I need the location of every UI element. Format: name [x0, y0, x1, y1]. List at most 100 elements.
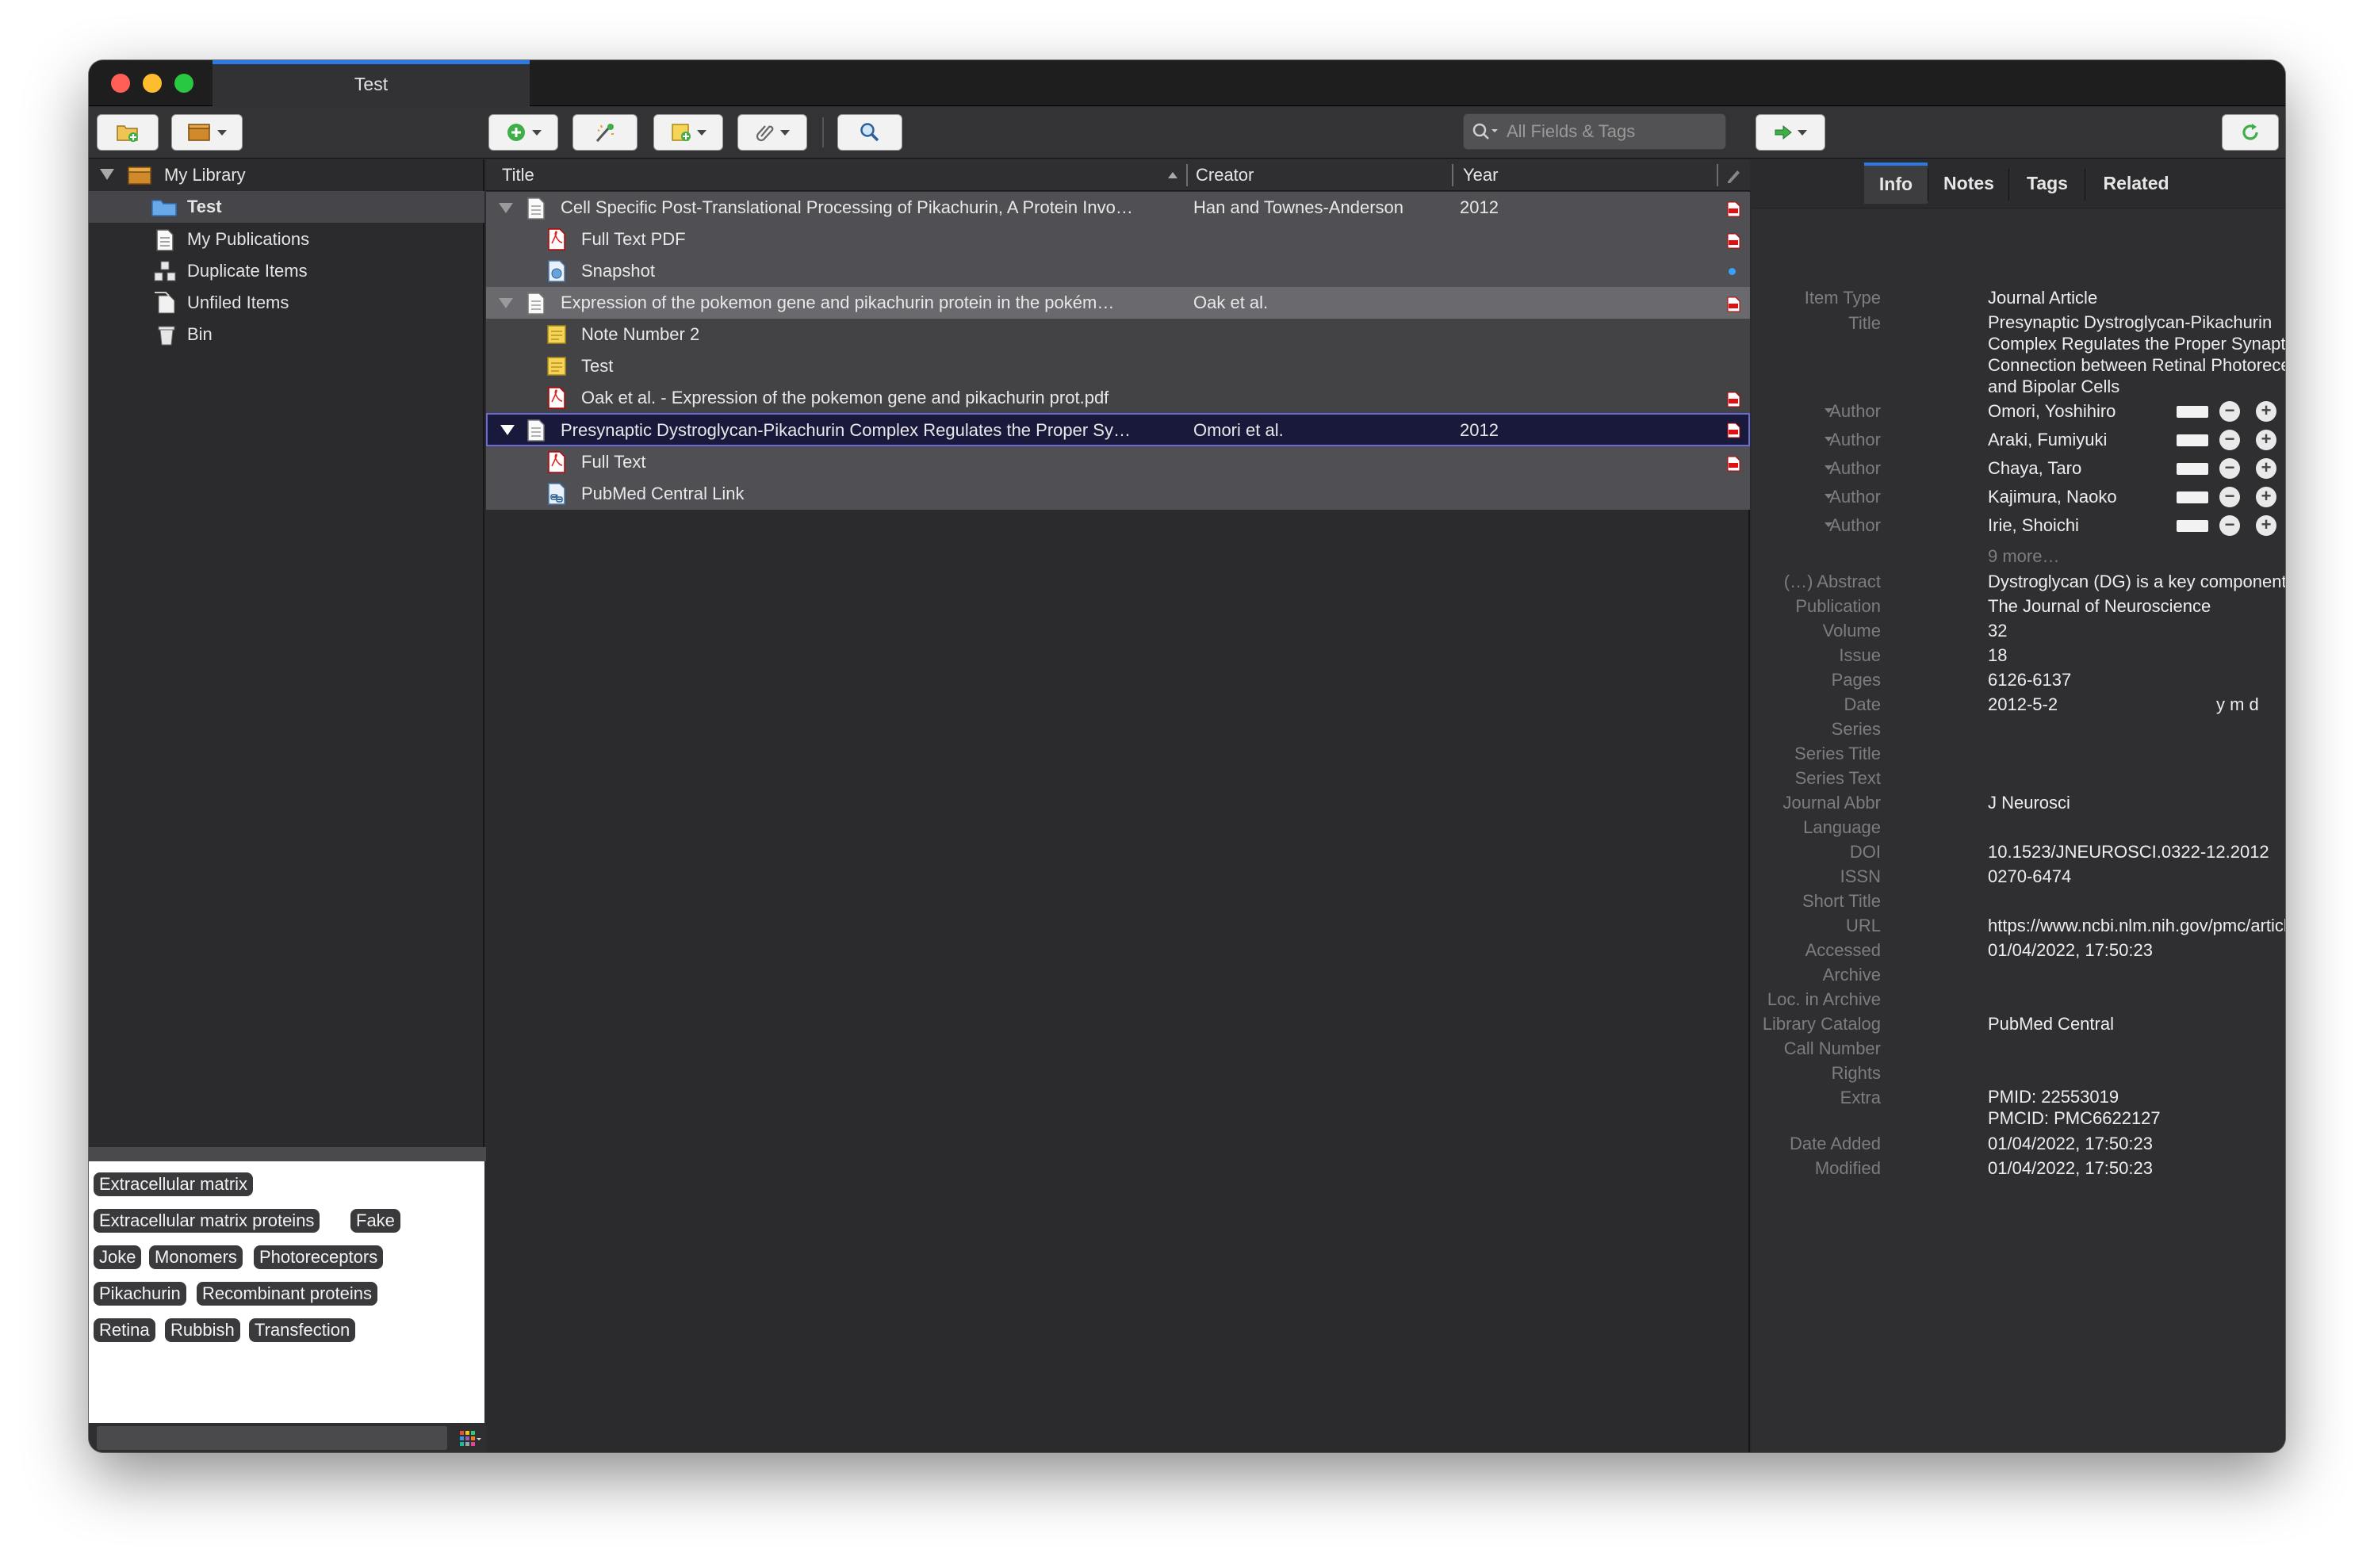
- name-mode-toggle[interactable]: [2177, 406, 2208, 418]
- column-picker-icon[interactable]: [1725, 166, 1744, 185]
- tag-joke[interactable]: Joke: [94, 1245, 142, 1269]
- sidebar-item-my-library[interactable]: My Library: [89, 159, 484, 191]
- column-header-creator[interactable]: Creator: [1196, 159, 1254, 191]
- author-name[interactable]: Araki, Fumiyuki: [1988, 430, 2107, 450]
- creator-type-dropdown[interactable]: Author: [1829, 515, 1881, 536]
- tag-rubbish[interactable]: Rubbish: [165, 1318, 240, 1342]
- collapse-triangle-icon[interactable]: [500, 425, 515, 435]
- creator-type-dropdown[interactable]: Author: [1829, 458, 1881, 479]
- tag-fake[interactable]: Fake: [350, 1209, 400, 1233]
- add-by-identifier-button[interactable]: [572, 114, 638, 151]
- sidebar-item-duplicate-items[interactable]: Duplicate Items: [89, 255, 484, 287]
- tag-retina[interactable]: Retina: [94, 1318, 155, 1342]
- creator-type-dropdown[interactable]: Author: [1829, 401, 1881, 422]
- creator-type-dropdown[interactable]: Author: [1829, 487, 1881, 507]
- table-row[interactable]: Note Number 2: [486, 319, 1750, 350]
- item-type-value[interactable]: Journal Article: [1988, 288, 2097, 308]
- journal-abbr-value[interactable]: J Neurosci: [1988, 793, 2070, 813]
- search-input[interactable]: [1505, 120, 1711, 143]
- pages-value[interactable]: 6126-6137: [1988, 670, 2071, 690]
- author-name[interactable]: Chaya, Taro: [1988, 458, 2081, 479]
- name-mode-toggle[interactable]: [2177, 491, 2208, 503]
- column-header-title[interactable]: Title: [502, 159, 534, 191]
- tag-recombinant-proteins[interactable]: Recombinant proteins: [197, 1282, 378, 1306]
- tag-photoreceptors[interactable]: Photoreceptors: [254, 1245, 384, 1269]
- pdf-attachment-icon[interactable]: [1726, 456, 1740, 472]
- minimize-window-button[interactable]: [143, 74, 162, 93]
- publication-value[interactable]: The Journal of Neuroscience: [1988, 596, 2211, 617]
- tab-related[interactable]: Related: [2086, 163, 2186, 204]
- tag-extracellular-matrix[interactable]: Extracellular matrix: [94, 1172, 254, 1196]
- author-name[interactable]: Omori, Yoshihiro: [1988, 401, 2116, 422]
- collapse-triangle-icon[interactable]: [499, 298, 513, 308]
- column-divider[interactable]: [1186, 164, 1188, 186]
- new-note-button[interactable]: [653, 114, 723, 151]
- pdf-attachment-icon[interactable]: [1726, 423, 1740, 438]
- sidebar-item-unfiled-items[interactable]: Unfiled Items: [89, 287, 484, 319]
- add-author-icon[interactable]: +: [2256, 430, 2276, 450]
- tab-tags[interactable]: Tags: [2010, 163, 2085, 204]
- column-divider[interactable]: [1717, 164, 1718, 186]
- tag-filter-input[interactable]: [97, 1426, 447, 1450]
- author-name[interactable]: Irie, Shoichi: [1988, 515, 2079, 536]
- remove-author-icon[interactable]: −: [2219, 401, 2240, 422]
- tag-monomers[interactable]: Monomers: [149, 1245, 243, 1269]
- issn-value[interactable]: 0270-6474: [1988, 866, 2071, 887]
- advanced-search-button[interactable]: [837, 114, 902, 151]
- sidebar-item-my-publications[interactable]: My Publications: [89, 224, 484, 255]
- tab-test[interactable]: Test: [213, 60, 530, 106]
- pdf-attachment-icon[interactable]: [1726, 233, 1740, 249]
- creator-type-dropdown[interactable]: Author: [1829, 430, 1881, 450]
- add-author-icon[interactable]: +: [2256, 515, 2276, 536]
- name-mode-toggle[interactable]: [2177, 520, 2208, 532]
- pdf-attachment-icon[interactable]: [1726, 392, 1740, 407]
- tab-notes[interactable]: Notes: [1929, 163, 2008, 204]
- title-value[interactable]: Presynaptic Dystroglycan-Pikachurin Comp…: [1988, 312, 2285, 397]
- column-header-year[interactable]: Year: [1463, 159, 1498, 191]
- remove-author-icon[interactable]: −: [2219, 458, 2240, 479]
- search-field[interactable]: [1463, 113, 1726, 150]
- doi-value[interactable]: 10.1523/JNEUROSCI.0322-12.2012: [1988, 842, 2269, 862]
- volume-value[interactable]: 32: [1988, 621, 2007, 641]
- close-window-button[interactable]: [111, 74, 130, 93]
- locate-button[interactable]: [1756, 114, 1825, 151]
- table-row[interactable]: Oak et al. - Expression of the pokemon g…: [486, 382, 1750, 414]
- sync-button[interactable]: [2222, 114, 2279, 151]
- new-library-button[interactable]: [171, 114, 243, 151]
- author-name[interactable]: Kajimura, Naoko: [1988, 487, 2117, 507]
- pdf-attachment-icon[interactable]: [1726, 201, 1740, 217]
- tag-extracellular-matrix-proteins[interactable]: Extracellular matrix proteins: [94, 1209, 320, 1233]
- collapse-triangle-icon[interactable]: [100, 169, 114, 180]
- issue-value[interactable]: 18: [1988, 645, 2007, 666]
- more-authors-link[interactable]: 9 more…: [1988, 546, 2059, 567]
- abstract-value[interactable]: Dystroglycan (DG) is a key component of …: [1988, 572, 2285, 592]
- table-row[interactable]: Expression of the pokemon gene and pikac…: [486, 287, 1750, 319]
- date-value[interactable]: 2012-5-2: [1988, 694, 2058, 715]
- url-value[interactable]: https://www.ncbi.nlm.nih.gov/pmc/articl…: [1988, 916, 2285, 936]
- table-row[interactable]: PubMed Central Link: [486, 478, 1750, 510]
- add-author-icon[interactable]: +: [2256, 458, 2276, 479]
- table-row-selected[interactable]: Presynaptic Dystroglycan-Pikachurin Comp…: [486, 413, 1750, 446]
- table-row[interactable]: Cell Specific Post-Translational Process…: [486, 192, 1750, 224]
- sidebar-item-bin[interactable]: Bin: [89, 319, 484, 350]
- tag-pane-splitter[interactable]: [89, 1147, 486, 1161]
- zoom-window-button[interactable]: [174, 74, 193, 93]
- tag-actions-icon[interactable]: [458, 1429, 482, 1447]
- snapshot-dot-icon[interactable]: [1729, 268, 1736, 275]
- remove-author-icon[interactable]: −: [2219, 430, 2240, 450]
- add-author-icon[interactable]: +: [2256, 487, 2276, 507]
- remove-author-icon[interactable]: −: [2219, 515, 2240, 536]
- column-divider[interactable]: [1452, 164, 1453, 186]
- tag-transfection[interactable]: Transfection: [249, 1318, 356, 1342]
- name-mode-toggle[interactable]: [2177, 434, 2208, 446]
- remove-author-icon[interactable]: −: [2219, 487, 2240, 507]
- table-row[interactable]: Test: [486, 350, 1750, 382]
- new-collection-button[interactable]: [97, 114, 159, 151]
- name-mode-toggle[interactable]: [2177, 463, 2208, 475]
- accessed-value[interactable]: 01/04/2022, 17:50:23: [1988, 940, 2153, 961]
- add-attachment-button[interactable]: [737, 114, 807, 151]
- table-row[interactable]: Full Text PDF: [486, 224, 1750, 255]
- extra-value[interactable]: PMID: 22553019 PMCID: PMC6622127: [1988, 1086, 2161, 1129]
- table-row[interactable]: Full Text: [486, 446, 1750, 478]
- table-row[interactable]: Snapshot: [486, 255, 1750, 287]
